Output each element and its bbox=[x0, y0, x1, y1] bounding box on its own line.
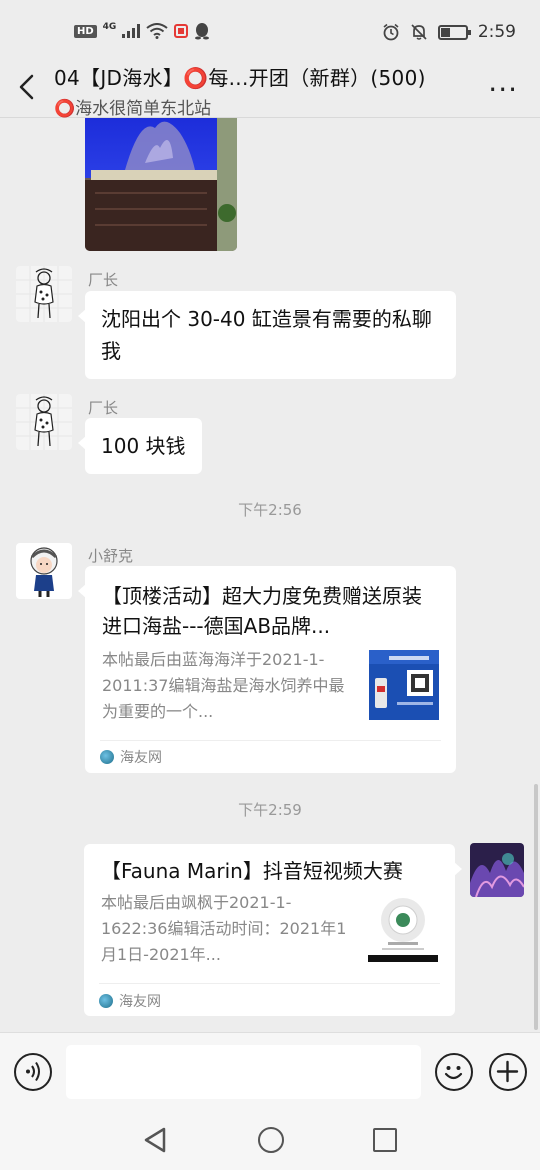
battery-icon bbox=[437, 24, 471, 40]
system-nav-bar bbox=[0, 1112, 540, 1170]
chat-subtitle: ⭕海水很简单东北站 bbox=[54, 99, 212, 119]
message-bubble[interactable]: 100 块钱 bbox=[78, 418, 202, 474]
status-bar: HD 4G 2:59 bbox=[0, 0, 540, 60]
signal-icon bbox=[122, 24, 141, 38]
status-left: HD 4G bbox=[74, 22, 210, 40]
more-options-button[interactable]: ... bbox=[488, 68, 518, 96]
wifi-icon bbox=[146, 23, 168, 39]
nav-home-icon[interactable] bbox=[258, 1127, 284, 1153]
chat-header: 04【JD海水】⭕每...开团（新群）(500) ⭕海水很简单东北站 ... bbox=[0, 56, 540, 119]
card-title: 【Fauna Marin】抖音短视频大赛 bbox=[101, 859, 403, 883]
emoji-button[interactable] bbox=[435, 1053, 473, 1091]
link-card[interactable]: 【顶楼活动】超大力度免费赠送原装进口海盐---德国AB品牌... 本帖最后由蓝海… bbox=[78, 566, 456, 773]
network-type: 4G bbox=[102, 22, 117, 32]
plus-button[interactable] bbox=[489, 1053, 527, 1091]
qq-icon bbox=[195, 23, 210, 40]
card-thumbnail bbox=[369, 650, 439, 720]
chevron-left-icon[interactable] bbox=[14, 72, 40, 102]
sender-name: 厂长 bbox=[88, 399, 119, 417]
source-name: 海友网 bbox=[120, 750, 162, 766]
avatar[interactable] bbox=[16, 266, 72, 322]
card-description: 本帖最后由蓝海海洋于2021-1-2011:37编辑海盐是海水饲养中最为重要的一… bbox=[102, 650, 345, 721]
card-title: 【顶楼活动】超大力度免费赠送原装进口海盐---德国AB品牌... bbox=[102, 584, 422, 638]
card-divider bbox=[99, 983, 440, 984]
timestamp: 下午2:59 bbox=[238, 801, 302, 819]
source-name: 海友网 bbox=[119, 994, 161, 1010]
alarm-icon bbox=[383, 23, 399, 41]
avatar[interactable] bbox=[470, 843, 524, 897]
card-thumbnail bbox=[368, 892, 438, 962]
nav-recent-icon[interactable] bbox=[373, 1128, 397, 1152]
sender-name: 厂长 bbox=[88, 271, 119, 289]
timestamp: 下午2:56 bbox=[238, 501, 302, 519]
card-divider bbox=[100, 740, 441, 741]
status-right: 2:59 bbox=[382, 22, 516, 42]
sender-name: 小舒克 bbox=[88, 547, 134, 565]
emoji-icon bbox=[444, 1066, 463, 1080]
source-logo-icon bbox=[100, 750, 114, 764]
avatar[interactable] bbox=[16, 543, 72, 599]
chat-title: 04【JD海水】⭕每...开团（新群）(500) bbox=[54, 66, 426, 90]
avatar[interactable] bbox=[16, 394, 72, 450]
app-notification-icon bbox=[174, 24, 189, 38]
chat-area[interactable]: 厂长 沈阳出个 30-40 缸造景有需要的私聊我 厂长 100 块钱 下午2:5… bbox=[0, 118, 540, 1032]
clock: 2:59 bbox=[477, 22, 516, 42]
hd-indicator: HD bbox=[74, 24, 97, 38]
plus-icon bbox=[496, 1060, 519, 1083]
card-source: 海友网 bbox=[99, 991, 161, 1011]
mute-bell-icon bbox=[411, 24, 427, 40]
voice-icon bbox=[26, 1061, 40, 1082]
link-card[interactable]: 【Fauna Marin】抖音短视频大赛 本帖最后由飒枫于2021-1-1622… bbox=[84, 844, 462, 1016]
nav-back-icon[interactable] bbox=[142, 1126, 168, 1154]
voice-button[interactable] bbox=[14, 1053, 52, 1091]
card-source: 海友网 bbox=[100, 747, 162, 767]
card-description: 本帖最后由飒枫于2021-1-1622:36编辑活动时间：2021年1月1日-2… bbox=[101, 893, 347, 964]
input-bar bbox=[0, 1032, 540, 1112]
image-message[interactable] bbox=[85, 118, 237, 251]
message-bubble[interactable]: 沈阳出个 30-40 缸造景有需要的私聊我 bbox=[78, 291, 456, 379]
message-input[interactable] bbox=[66, 1045, 421, 1099]
scrollbar[interactable] bbox=[534, 784, 538, 1030]
source-logo-icon bbox=[99, 994, 113, 1008]
